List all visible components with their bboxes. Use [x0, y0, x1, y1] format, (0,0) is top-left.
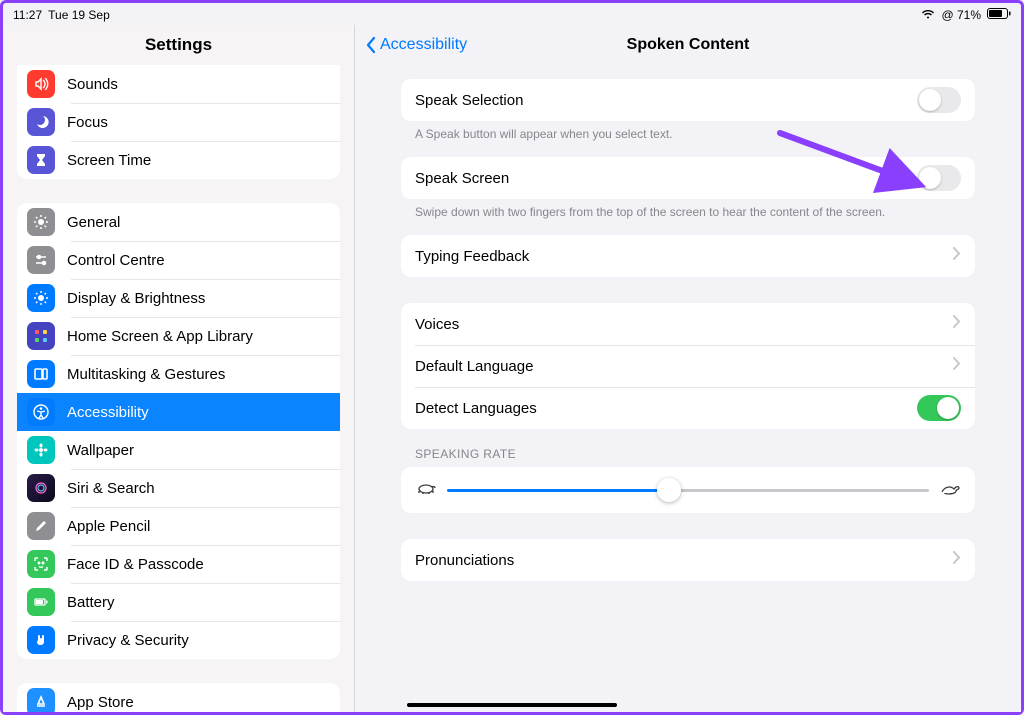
- sidebar-item-multitasking[interactable]: Multitasking & Gestures: [17, 355, 340, 393]
- speaking-rate-header: SPEAKING RATE: [401, 429, 975, 467]
- back-button[interactable]: Accessibility: [355, 36, 467, 54]
- siri-icon: [27, 474, 55, 502]
- battery-icon: [987, 8, 1011, 22]
- chevron-right-icon: [953, 357, 961, 375]
- accessibility-icon: [27, 398, 55, 426]
- battery-label: @ 71%: [941, 8, 981, 22]
- battery-icon: [27, 588, 55, 616]
- speak-selection-row[interactable]: Speak Selection: [401, 79, 975, 121]
- sidebar-item-siri[interactable]: Siri & Search: [17, 469, 340, 507]
- speak-screen-hint: Swipe down with two fingers from the top…: [401, 199, 975, 235]
- hourglass-icon: [27, 146, 55, 174]
- sidebar-item-app-store[interactable]: App Store: [17, 683, 340, 712]
- status-time: 11:27: [13, 8, 42, 22]
- speak-screen-card: Speak Screen: [401, 157, 975, 199]
- sidebar-item-general[interactable]: General: [17, 203, 340, 241]
- pronunciations-row[interactable]: Pronunciations: [401, 539, 975, 581]
- sidebar-item-faceid[interactable]: Face ID & Passcode: [17, 545, 340, 583]
- page-title: Spoken Content: [627, 36, 750, 54]
- detect-languages-toggle[interactable]: [917, 395, 961, 421]
- faceid-icon: [27, 550, 55, 578]
- pencil-icon: [27, 512, 55, 540]
- sounds-icon: [27, 70, 55, 98]
- grid-icon: [27, 322, 55, 350]
- sidebar-group-1: General Control Centre Display & Brightn…: [17, 203, 340, 659]
- tortoise-icon: [415, 481, 437, 500]
- speak-screen-row[interactable]: Speak Screen: [401, 157, 975, 199]
- slider-thumb[interactable]: [657, 478, 681, 502]
- appstore-icon: [27, 688, 55, 712]
- hare-icon: [939, 481, 961, 500]
- sidebar-item-display-brightness[interactable]: Display & Brightness: [17, 279, 340, 317]
- speaking-rate-card: [401, 467, 975, 513]
- moon-icon: [27, 108, 55, 136]
- chevron-left-icon: [365, 36, 377, 54]
- voices-row[interactable]: Voices: [401, 303, 975, 345]
- gear-icon: [27, 208, 55, 236]
- detect-languages-row[interactable]: Detect Languages: [401, 387, 975, 429]
- sidebar-title: Settings: [3, 25, 354, 65]
- sidebar-group-2: App Store: [17, 683, 340, 712]
- sidebar-group-0: Sounds Focus Screen Time: [17, 65, 340, 179]
- speak-selection-toggle[interactable]: [917, 87, 961, 113]
- hand-icon: [27, 626, 55, 654]
- languages-card: Voices Default Language Detect Languages: [401, 303, 975, 429]
- chevron-right-icon: [953, 551, 961, 569]
- sidebar-item-privacy[interactable]: Privacy & Security: [17, 621, 340, 659]
- flower-icon: [27, 436, 55, 464]
- speak-screen-toggle[interactable]: [917, 165, 961, 191]
- sidebar-item-focus[interactable]: Focus: [17, 103, 340, 141]
- back-label: Accessibility: [380, 36, 467, 54]
- sidebar-item-accessibility[interactable]: Accessibility: [17, 393, 340, 431]
- wifi-icon: [921, 8, 935, 22]
- sidebar-item-battery[interactable]: Battery: [17, 583, 340, 621]
- detail-pane: Accessibility Spoken Content Speak Selec…: [355, 25, 1021, 712]
- default-language-row[interactable]: Default Language: [401, 345, 975, 387]
- chevron-right-icon: [953, 247, 961, 265]
- multitask-icon: [27, 360, 55, 388]
- status-date: Tue 19 Sep: [48, 8, 110, 22]
- sidebar-item-sounds[interactable]: Sounds: [17, 65, 340, 103]
- speak-selection-card: Speak Selection: [401, 79, 975, 121]
- sidebar-item-apple-pencil[interactable]: Apple Pencil: [17, 507, 340, 545]
- sidebar-item-control-centre[interactable]: Control Centre: [17, 241, 340, 279]
- home-indicator: [407, 703, 617, 707]
- sliders-icon: [27, 246, 55, 274]
- typing-feedback-row[interactable]: Typing Feedback: [401, 235, 975, 277]
- speak-selection-hint: A Speak button will appear when you sele…: [401, 121, 975, 157]
- sidebar-item-wallpaper[interactable]: Wallpaper: [17, 431, 340, 469]
- sun-icon: [27, 284, 55, 312]
- sidebar-item-screen-time[interactable]: Screen Time: [17, 141, 340, 179]
- chevron-right-icon: [953, 315, 961, 333]
- pronunciations-card: Pronunciations: [401, 539, 975, 581]
- sidebar: Settings Sounds Focus Screen Time Genera…: [3, 25, 355, 712]
- sidebar-item-home-screen[interactable]: Home Screen & App Library: [17, 317, 340, 355]
- speaking-rate-slider[interactable]: [447, 489, 929, 492]
- typing-feedback-card: Typing Feedback: [401, 235, 975, 277]
- detail-header: Accessibility Spoken Content: [355, 25, 1021, 65]
- status-bar: 11:27 Tue 19 Sep @ 71%: [3, 7, 1021, 23]
